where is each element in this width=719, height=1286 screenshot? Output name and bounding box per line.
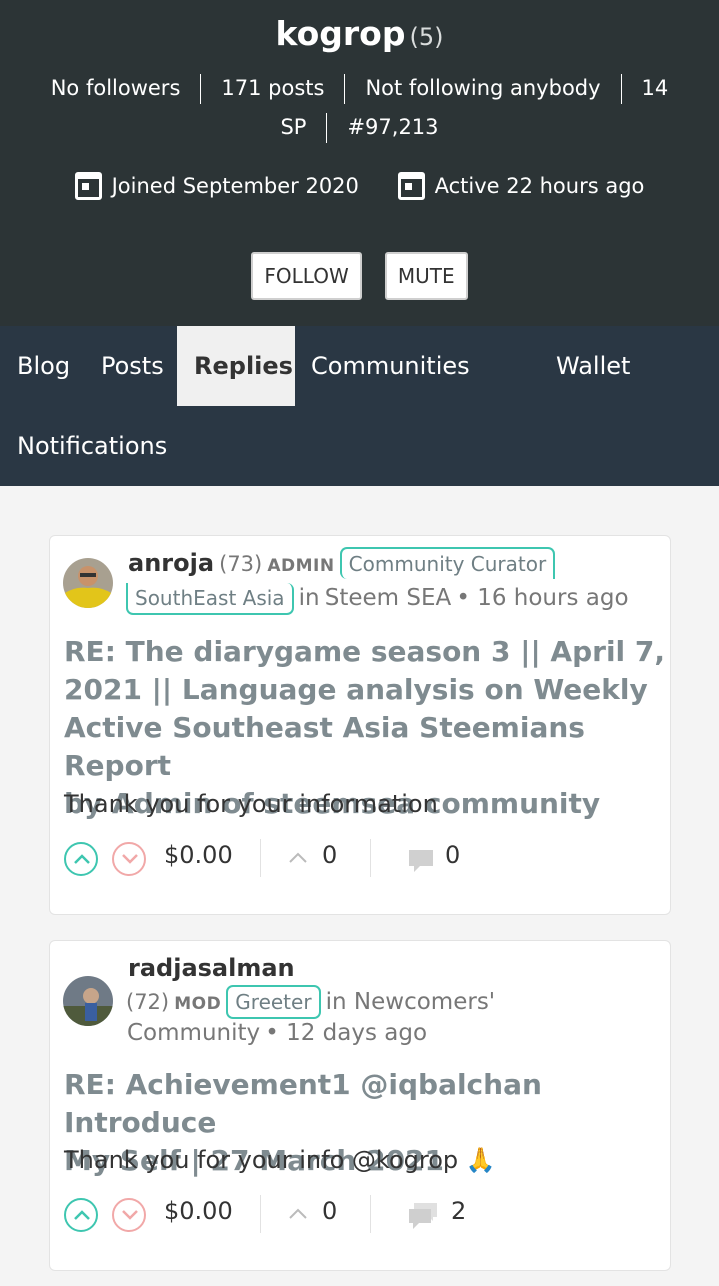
profile-username: kogrop — [275, 14, 406, 53]
profile-tabs: Blog Posts Replies Communities Wallet No… — [0, 326, 719, 486]
tab-communities[interactable]: Communities — [311, 326, 470, 406]
reply-card: anroja (73) ADMIN Community Curator Sout… — [49, 535, 671, 915]
reply-meta-line3: Community • 12 days ago — [127, 1017, 667, 1051]
tab-wallet[interactable]: Wallet — [556, 326, 630, 406]
author-reputation: (73) — [219, 552, 263, 576]
following-count[interactable]: Not following anybody — [365, 76, 600, 100]
chevron-down-icon — [122, 1210, 138, 1220]
reply-body[interactable]: Thank you for your information — [64, 790, 438, 818]
tab-blog[interactable]: Blog — [17, 326, 70, 406]
community-link[interactable]: Steem SEA — [325, 585, 452, 611]
title-line: RE: Achievement1 @iqbalchan Introduce — [64, 1068, 542, 1139]
profile-header: kogrop (5) No followers 171 posts Not follo… — [0, 0, 719, 326]
chevron-down-icon — [122, 854, 138, 864]
community-title-badge: Greeter — [226, 985, 321, 1019]
votes-chevron-icon — [289, 1208, 307, 1219]
role-label: ADMIN — [267, 556, 335, 576]
title-line: RE: The diarygame season 3 || April 7, — [64, 635, 666, 668]
reply-meta: anroja (73) ADMIN Community Curator — [128, 546, 668, 583]
profile-reputation: (5) — [409, 23, 444, 51]
votes-chevron-icon — [289, 852, 307, 863]
active-time: Active 22 hours ago — [434, 174, 645, 198]
active-info: Active 22 hours ago — [397, 172, 645, 200]
divider — [620, 74, 622, 104]
post-time[interactable]: • 12 days ago — [265, 1020, 427, 1046]
calendar-icon — [397, 172, 425, 200]
payout-value[interactable]: $0.00 — [164, 1197, 233, 1225]
title-line: 2021 || Language analysis on Weekly — [64, 673, 648, 706]
reply-body[interactable]: Thank you for your info @kogrop 🙏 — [64, 1146, 496, 1174]
tab-posts[interactable]: Posts — [101, 326, 164, 406]
divider — [370, 839, 371, 877]
divider — [370, 1195, 371, 1233]
reply-meta-line2: SouthEast Asia in Steem SEA • 16 hours a… — [126, 582, 666, 616]
avatar[interactable] — [63, 558, 113, 608]
profile-actions: FOLLOW MUTE — [0, 252, 719, 300]
calendar-icon — [74, 172, 102, 200]
profile-name-line: kogrop (5) — [0, 14, 719, 53]
community-link[interactable]: in Newcomers' — [326, 989, 495, 1015]
upvote-button[interactable] — [64, 842, 98, 876]
community-title-badge: Community Curator — [339, 547, 556, 579]
divider — [326, 113, 328, 143]
votes-count[interactable]: 0 — [322, 841, 337, 869]
chevron-up-icon — [74, 1210, 90, 1220]
replies-feed: anroja (73) ADMIN Community Curator Sout… — [0, 486, 719, 1286]
comments-icon — [409, 1203, 437, 1229]
downvote-button[interactable] — [112, 1198, 146, 1232]
role-label: MOD — [174, 994, 222, 1014]
steem-power-unit: SP — [280, 115, 307, 139]
divider — [260, 1195, 261, 1233]
community-link-cont[interactable]: Community — [127, 1020, 260, 1046]
author-name[interactable]: anroja — [128, 549, 214, 577]
reply-card: radjasalman (72) MOD Greeter in Newcomer… — [49, 940, 671, 1271]
profile-stats-row2: SP #97,213 — [0, 113, 719, 143]
comments-count[interactable]: 2 — [451, 1197, 466, 1225]
title-line: Active Southeast Asia Steemians Report — [64, 711, 585, 782]
comment-icon — [409, 850, 433, 872]
reply-meta-line2: (72) MOD Greeter in Newcomers' — [126, 985, 666, 1020]
profile-rank: #97,213 — [347, 115, 439, 139]
followers-count[interactable]: No followers — [51, 76, 181, 100]
post-time[interactable]: • 16 hours ago — [456, 585, 628, 611]
author-name[interactable]: radjasalman — [128, 954, 295, 982]
profile-meta: Joined September 2020 Active 22 hours ag… — [0, 172, 719, 205]
joined-info: Joined September 2020 — [74, 172, 359, 200]
follow-button[interactable]: FOLLOW — [251, 252, 362, 300]
author-reputation: (72) — [126, 990, 170, 1014]
community-title-badge-cont: SouthEast Asia — [126, 583, 294, 615]
tab-replies[interactable]: Replies — [177, 326, 295, 406]
divider — [200, 74, 202, 104]
profile-stats: No followers 171 posts Not following anybo… — [0, 74, 719, 104]
chevron-up-icon — [74, 854, 90, 864]
steem-power-value: 14 — [641, 76, 669, 100]
reply-actions: $0.00 0 0 — [64, 839, 624, 879]
comments-count[interactable]: 0 — [445, 841, 460, 869]
mute-button[interactable]: MUTE — [384, 252, 468, 300]
votes-count[interactable]: 0 — [322, 1197, 337, 1225]
community-prefix: in — [298, 585, 320, 611]
divider — [260, 839, 261, 877]
divider — [344, 74, 346, 104]
downvote-button[interactable] — [112, 842, 146, 876]
reply-actions: $0.00 0 2 — [64, 1195, 624, 1235]
tab-notifications[interactable]: Notifications — [17, 406, 167, 486]
joined-date: Joined September 2020 — [111, 174, 359, 198]
upvote-button[interactable] — [64, 1198, 98, 1232]
payout-value[interactable]: $0.00 — [164, 841, 233, 869]
avatar[interactable] — [63, 976, 113, 1026]
posts-count[interactable]: 171 posts — [221, 76, 324, 100]
reply-meta: radjasalman — [128, 951, 668, 988]
